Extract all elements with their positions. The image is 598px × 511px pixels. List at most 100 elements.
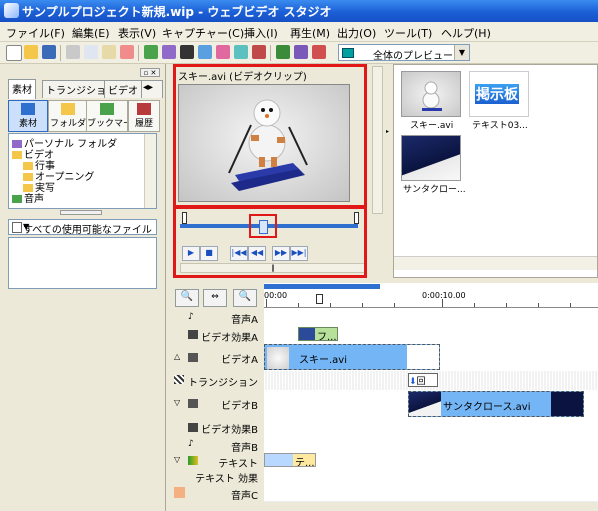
panel-splitter-handle[interactable] [60,210,102,215]
tree-item-audio[interactable]: 音声 [12,190,44,205]
media-thumb-santa[interactable] [401,135,461,181]
app-icon [4,3,19,18]
track-lane-audio-a[interactable] [264,308,598,326]
menu-output[interactable]: 出力(O) [337,25,376,41]
track-label-video-b: ビデオB [221,401,258,412]
video-a-clip[interactable]: スキー.avi [264,344,440,370]
chevron-down-icon[interactable]: ▼ [23,222,153,231]
file-filter-select[interactable]: すべての使用可能なファイル ▼ [8,219,157,236]
folder-tree[interactable]: パーソナル フォルダ ビデオ 行事 オープニング 実写 音声 [8,133,157,209]
toolbar: 全体のプレビュー ▼ [0,42,598,64]
menu-capture[interactable]: キャプチャー(C) [162,25,244,41]
zoom-out-icon[interactable]: 🔍 [175,289,199,307]
track-lane-audio-c[interactable] [264,484,598,502]
transition-mark-icon: 回 [416,377,426,387]
menu-help[interactable]: ヘルプ(H) [441,25,491,41]
media-label-santa: サンタクロー... [403,185,466,195]
media-thumb-text-caption: 掲示板 [475,84,519,104]
file-list[interactable] [8,237,157,289]
tab-scroll-arrows-icon[interactable]: ◂▸ [141,80,163,98]
toolbar-separator [60,45,61,61]
track-label-audio-b: 音声B [231,443,258,454]
track-label-effect-a: ビデオ効果A [201,333,258,344]
insert-image-icon[interactable] [198,45,212,59]
ruler-label-start: 00:00 [264,291,288,300]
category-bookmark[interactable]: ブックマーク [86,100,128,132]
snowman-thumb-icon [267,347,289,369]
zoom-in-icon[interactable]: 🔍 [233,289,257,307]
menu-play[interactable]: 再生(M) [290,25,330,41]
cut-icon[interactable] [66,45,80,59]
track-label-video-a: ビデオA [221,355,258,366]
preview-vertical-scrollbar[interactable] [372,66,383,214]
collapse-arrow-icon[interactable]: ▸ [386,128,392,136]
media-thumb-text[interactable]: 掲示板 [469,71,529,117]
transition-icon[interactable] [234,45,248,59]
copy-icon[interactable] [84,45,98,59]
menu-insert[interactable]: 挿入(I) [244,25,278,41]
insert-text-icon[interactable] [216,45,230,59]
timeline-cursor[interactable] [316,294,323,304]
track-lane-text-effect[interactable] [264,468,598,485]
menu-edit[interactable]: 編集(E) [72,25,110,41]
clip-fade-region [407,345,439,369]
render-icon[interactable] [276,45,290,59]
santa-thumb-icon [409,392,441,416]
menu-view[interactable]: 表示(V) [118,25,156,41]
track-label-text: テキスト [218,459,258,470]
menu-tools[interactable]: ツール(T) [384,25,432,41]
preview-mode-select[interactable]: 全体のプレビュー ▼ [338,44,470,62]
category-history[interactable]: 履歴 [128,100,160,132]
paste-icon[interactable] [102,45,116,59]
insert-video-icon[interactable] [144,45,158,59]
text-clip[interactable]: テ... [264,453,316,467]
grid-icon[interactable] [252,45,266,59]
open-folder-icon[interactable] [24,45,38,59]
fit-timeline-icon[interactable]: ⇔ [203,289,227,307]
category-material[interactable]: 素材 [8,100,48,132]
preview-mode-icon [342,48,354,58]
save-icon[interactable] [42,45,56,59]
output-icon[interactable] [294,45,308,59]
audio-folder-icon [12,195,22,203]
track-lane-effect-b[interactable] [264,418,598,437]
track-label-effect-b: ビデオ効果B [201,425,258,436]
folder-icon [12,151,22,159]
new-file-icon[interactable] [6,45,22,61]
menu-bar: ファイル(F) 編集(E) 表示(V) キャプチャー(C) 挿入(I) 再生(M… [0,22,598,42]
track-label-audio-c: 音声C [231,491,258,502]
preview-mode-value: 全体のプレビュー [373,51,453,62]
media-thumb-ski[interactable] [401,71,461,117]
toolbar-separator [270,45,271,61]
document-icon [12,222,22,233]
track-label-text-effect: テキスト 効果 [195,474,258,485]
preview-range-bar[interactable] [264,284,380,289]
insert-effect-icon[interactable] [162,45,176,59]
panel-close-icon[interactable]: ▫ ✕ [140,68,160,77]
video-b-clip[interactable]: サンタクロース.avi [408,391,584,417]
highlight-thumb-box [249,214,277,238]
eraser-icon[interactable] [120,45,134,59]
tree-scrollbar[interactable] [144,134,156,208]
snowman-thumb-icon [422,81,442,111]
folder-icon [61,103,75,115]
highlight-preview-box [173,64,367,208]
media-label-ski: スキー.avi [410,121,454,131]
toolbar-separator [138,45,139,61]
transition-clip[interactable]: ⬇回 [408,373,438,387]
title-bar: サンプルプロジェクト新規.wip - ウェブビデオ スタジオ [0,0,598,22]
menu-file[interactable]: ファイル(F) [6,25,65,41]
media-scrollbar[interactable] [394,256,597,270]
down-arrow-icon: ⬇ [409,377,417,387]
media-label-text: テキスト03... [472,121,528,131]
ruler-label-10s: 0:00:10.00 [422,291,466,300]
bookmark-icon [100,103,114,115]
tab-material[interactable]: 素材 [8,79,36,99]
track-lane-audio-b[interactable] [264,436,598,453]
category-folder[interactable]: フォルダ [48,100,88,132]
effect-a-clip[interactable]: フ... [298,327,338,341]
settings-icon[interactable] [312,45,326,59]
santa-end-thumb-icon [551,392,583,416]
insert-audio-icon[interactable] [180,45,194,59]
chevron-down-icon[interactable]: ▼ [454,45,469,60]
